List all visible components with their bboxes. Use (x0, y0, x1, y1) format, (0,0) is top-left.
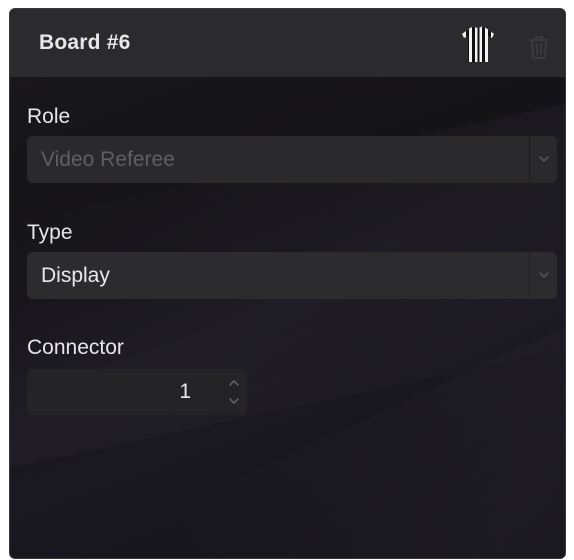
role-select[interactable]: Video Referee (27, 136, 557, 183)
role-label: Role (27, 105, 71, 128)
type-label: Type (27, 221, 73, 244)
board-panel: Board #6 Role Video Referee Type Display… (9, 8, 566, 559)
chevron-down-icon[interactable] (529, 252, 557, 299)
chevron-down-icon[interactable] (529, 136, 557, 183)
referee-jersey-icon[interactable] (460, 24, 496, 64)
type-select[interactable]: Display (27, 252, 557, 299)
type-select-value: Display (41, 264, 110, 287)
connector-value[interactable]: 1 (179, 380, 191, 404)
connector-stepper[interactable]: 1 (27, 369, 247, 415)
board-title: Board #6 (39, 31, 131, 54)
stepper-buttons (225, 373, 243, 411)
connector-label: Connector (27, 336, 124, 359)
chevron-down-icon[interactable] (225, 392, 243, 411)
chevron-up-icon[interactable] (225, 373, 243, 392)
panel-header: Board #6 (10, 9, 565, 77)
role-select-value: Video Referee (41, 148, 175, 171)
trash-icon[interactable] (528, 34, 550, 60)
